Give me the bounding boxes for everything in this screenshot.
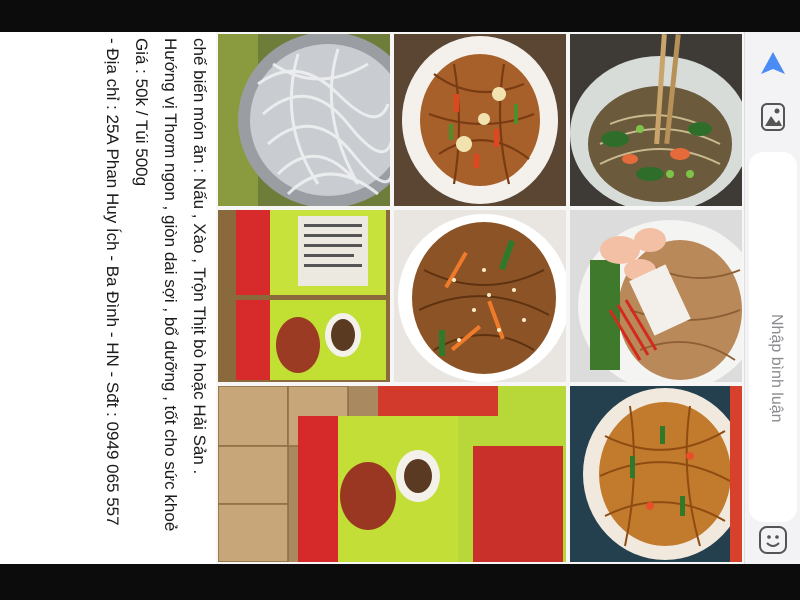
post-text: chế biến món ăn : Nấu , Xào , Trộn Thịt …: [3, 38, 213, 558]
emoji-icon[interactable]: [758, 525, 788, 555]
comment-input[interactable]: Nhập bình luận: [749, 152, 797, 522]
post-line: - Địa chỉ : 25A Phan Huy Ích - Ba Đình -…: [103, 38, 122, 526]
comment-bar: Nhập bình luận: [744, 32, 800, 564]
photo-sesame-noodles[interactable]: [394, 210, 566, 382]
post-text-panel: chế biến món ăn : Nấu , Xào , Trộn Thịt …: [0, 32, 216, 564]
photo-raw-glass-noodles[interactable]: [218, 34, 390, 206]
photo-packages-boxes[interactable]: [218, 386, 566, 562]
post-line: chế biến món ăn : Nấu , Xào , Trộn Thịt …: [190, 38, 209, 475]
send-icon[interactable]: [759, 50, 787, 78]
media-icon[interactable]: [759, 102, 787, 132]
photo-shrimp-squid-noodles[interactable]: [570, 210, 742, 382]
post-line: Giá : 50k / Túi 500g: [132, 38, 151, 187]
comment-placeholder: Nhập bình luận: [768, 314, 785, 423]
post-viewer: chế biến món ăn : Nấu , Xào , Trộn Thịt …: [0, 32, 800, 564]
photo-noodle-packages[interactable]: [218, 210, 390, 382]
phone-screenshot: { "post": { "lines": [ "chế biến món ăn …: [0, 0, 800, 600]
post-line: Hướng vị Thơm ngon , giòn dai sợi , bổ d…: [161, 38, 180, 532]
photo-stirfried-noodles-closeup[interactable]: [570, 386, 742, 562]
photo-stirfried-noodles-plate[interactable]: [394, 34, 566, 206]
photo-noodles-chopsticks[interactable]: [570, 34, 742, 206]
